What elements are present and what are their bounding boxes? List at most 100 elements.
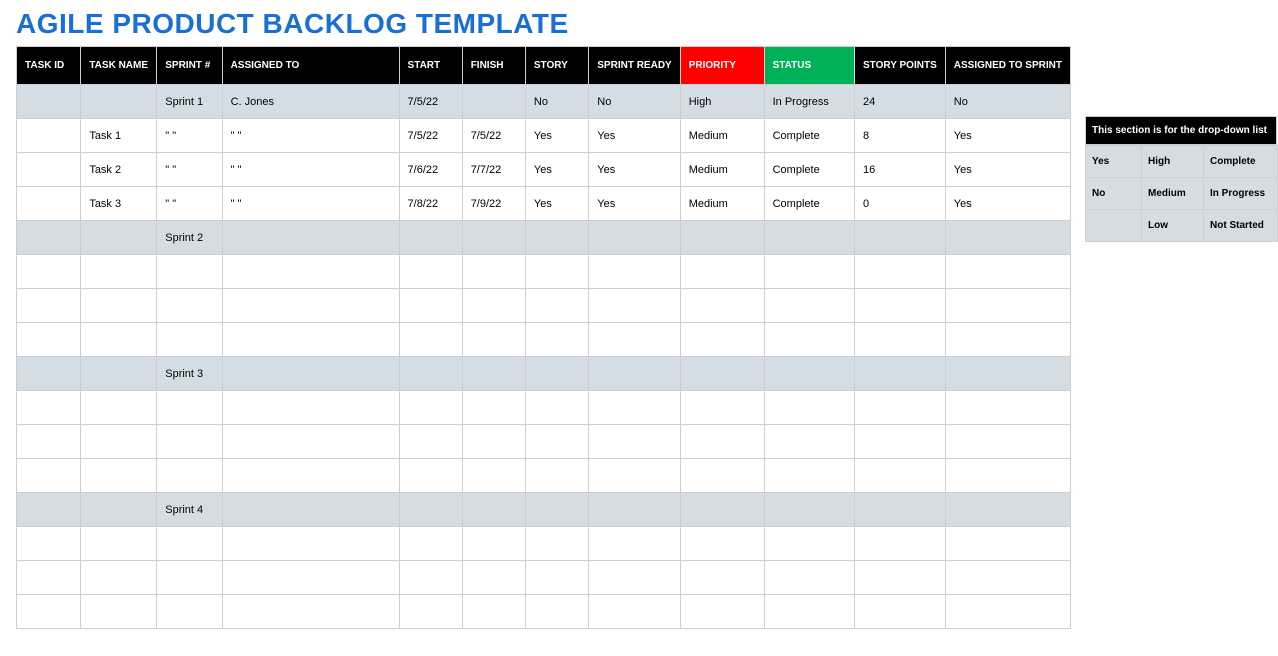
cell-ready[interactable] bbox=[589, 391, 680, 425]
cell-ready[interactable]: No bbox=[589, 85, 680, 119]
cell-start[interactable]: 7/5/22 bbox=[399, 119, 462, 153]
cell-finish[interactable] bbox=[462, 527, 525, 561]
cell-ready[interactable] bbox=[589, 323, 680, 357]
cell-status[interactable] bbox=[764, 493, 854, 527]
cell-assigned[interactable] bbox=[222, 323, 399, 357]
cell-start[interactable] bbox=[399, 221, 462, 255]
cell-start[interactable] bbox=[399, 527, 462, 561]
cell-start[interactable] bbox=[399, 561, 462, 595]
cell-status[interactable] bbox=[764, 561, 854, 595]
cell-sprint[interactable]: " " bbox=[157, 119, 222, 153]
cell-task_name[interactable] bbox=[81, 289, 157, 323]
cell-asprint[interactable]: No bbox=[945, 85, 1070, 119]
cell-sprint[interactable] bbox=[157, 391, 222, 425]
cell-sprint[interactable] bbox=[157, 527, 222, 561]
cell-task_id[interactable] bbox=[17, 425, 81, 459]
cell-priority[interactable]: Medium bbox=[680, 187, 764, 221]
cell-status[interactable] bbox=[764, 289, 854, 323]
cell-sprint[interactable] bbox=[157, 595, 222, 629]
cell-ready[interactable]: Yes bbox=[589, 187, 680, 221]
cell-status[interactable] bbox=[764, 255, 854, 289]
cell-start[interactable] bbox=[399, 595, 462, 629]
cell-priority[interactable] bbox=[680, 459, 764, 493]
cell-finish[interactable]: 7/5/22 bbox=[462, 119, 525, 153]
cell-task_id[interactable] bbox=[17, 493, 81, 527]
cell-assigned[interactable] bbox=[222, 561, 399, 595]
cell-points[interactable] bbox=[855, 595, 946, 629]
cell-status[interactable]: Complete bbox=[764, 153, 854, 187]
cell-status[interactable]: In Progress bbox=[764, 85, 854, 119]
cell-asprint[interactable]: Yes bbox=[945, 119, 1070, 153]
cell-task_name[interactable] bbox=[81, 391, 157, 425]
cell-status[interactable]: Complete bbox=[764, 187, 854, 221]
cell-priority[interactable] bbox=[680, 255, 764, 289]
cell-assigned[interactable] bbox=[222, 357, 399, 391]
cell-task_name[interactable]: Task 2 bbox=[81, 153, 157, 187]
cell-finish[interactable] bbox=[462, 323, 525, 357]
cell-points[interactable]: 0 bbox=[855, 187, 946, 221]
cell-start[interactable] bbox=[399, 323, 462, 357]
cell-sprint[interactable] bbox=[157, 425, 222, 459]
cell-priority[interactable] bbox=[680, 493, 764, 527]
cell-start[interactable]: 7/5/22 bbox=[399, 85, 462, 119]
cell-asprint[interactable] bbox=[945, 221, 1070, 255]
cell-priority[interactable]: High bbox=[680, 85, 764, 119]
cell-priority[interactable]: Medium bbox=[680, 119, 764, 153]
cell-ready[interactable]: Yes bbox=[589, 119, 680, 153]
cell-asprint[interactable] bbox=[945, 527, 1070, 561]
cell-task_id[interactable] bbox=[17, 391, 81, 425]
cell-story[interactable] bbox=[525, 595, 588, 629]
cell-finish[interactable]: 7/7/22 bbox=[462, 153, 525, 187]
cell-asprint[interactable]: Yes bbox=[945, 153, 1070, 187]
cell-priority[interactable] bbox=[680, 357, 764, 391]
cell-task_name[interactable] bbox=[81, 493, 157, 527]
cell-start[interactable] bbox=[399, 289, 462, 323]
cell-points[interactable]: 16 bbox=[855, 153, 946, 187]
cell-task_name[interactable] bbox=[81, 459, 157, 493]
cell-task_id[interactable] bbox=[17, 459, 81, 493]
cell-task_id[interactable] bbox=[17, 85, 81, 119]
cell-ready[interactable] bbox=[589, 527, 680, 561]
cell-ready[interactable] bbox=[589, 255, 680, 289]
cell-priority[interactable]: Medium bbox=[680, 153, 764, 187]
cell-start[interactable] bbox=[399, 493, 462, 527]
cell-start[interactable] bbox=[399, 425, 462, 459]
cell-sprint[interactable]: Sprint 3 bbox=[157, 357, 222, 391]
cell-task_name[interactable] bbox=[81, 527, 157, 561]
cell-task_name[interactable] bbox=[81, 595, 157, 629]
cell-story[interactable] bbox=[525, 357, 588, 391]
cell-ready[interactable] bbox=[589, 221, 680, 255]
cell-task_id[interactable] bbox=[17, 221, 81, 255]
cell-story[interactable] bbox=[525, 561, 588, 595]
cell-ready[interactable] bbox=[589, 357, 680, 391]
cell-sprint[interactable] bbox=[157, 323, 222, 357]
cell-assigned[interactable]: " " bbox=[222, 119, 399, 153]
cell-task_name[interactable] bbox=[81, 85, 157, 119]
cell-status[interactable] bbox=[764, 527, 854, 561]
cell-status[interactable] bbox=[764, 595, 854, 629]
cell-task_name[interactable] bbox=[81, 323, 157, 357]
cell-points[interactable] bbox=[855, 425, 946, 459]
cell-priority[interactable] bbox=[680, 323, 764, 357]
cell-assigned[interactable]: " " bbox=[222, 153, 399, 187]
cell-ready[interactable] bbox=[589, 561, 680, 595]
cell-story[interactable] bbox=[525, 425, 588, 459]
cell-asprint[interactable] bbox=[945, 255, 1070, 289]
cell-points[interactable] bbox=[855, 255, 946, 289]
cell-status[interactable] bbox=[764, 323, 854, 357]
cell-start[interactable] bbox=[399, 391, 462, 425]
cell-assigned[interactable] bbox=[222, 255, 399, 289]
cell-sprint[interactable] bbox=[157, 561, 222, 595]
cell-finish[interactable] bbox=[462, 595, 525, 629]
cell-task_id[interactable] bbox=[17, 323, 81, 357]
cell-task_id[interactable] bbox=[17, 561, 81, 595]
cell-finish[interactable] bbox=[462, 221, 525, 255]
cell-story[interactable]: Yes bbox=[525, 119, 588, 153]
cell-status[interactable] bbox=[764, 357, 854, 391]
cell-story[interactable] bbox=[525, 391, 588, 425]
cell-status[interactable] bbox=[764, 221, 854, 255]
cell-points[interactable] bbox=[855, 323, 946, 357]
cell-assigned[interactable] bbox=[222, 527, 399, 561]
cell-task_id[interactable] bbox=[17, 527, 81, 561]
cell-status[interactable] bbox=[764, 459, 854, 493]
